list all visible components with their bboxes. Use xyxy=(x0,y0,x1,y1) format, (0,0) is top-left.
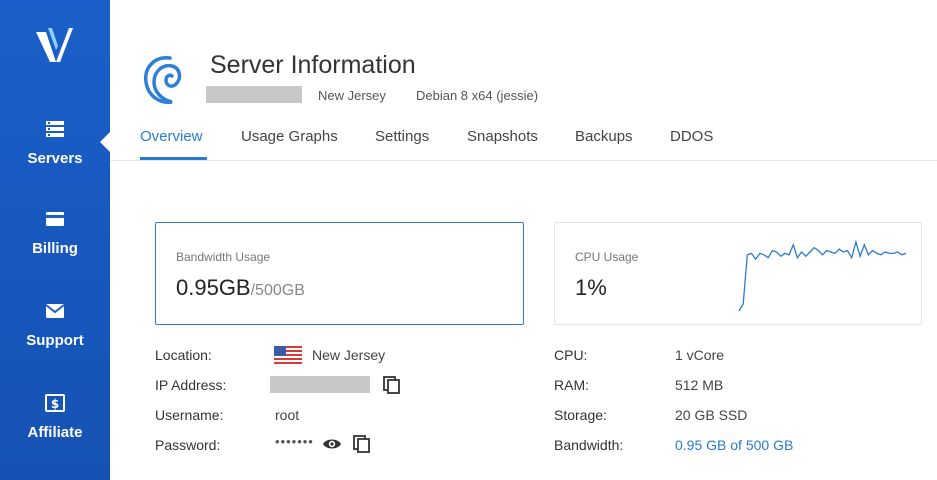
tab-settings[interactable]: Settings xyxy=(375,128,429,145)
envelope-icon xyxy=(45,304,65,318)
vultr-logo-icon[interactable] xyxy=(30,22,80,72)
sidebar-item-billing[interactable]: Billing xyxy=(0,208,110,288)
bandwidth-used: 0.95GB xyxy=(176,275,251,300)
active-nav-indicator xyxy=(100,132,110,152)
tab-snapshots[interactable]: Snapshots xyxy=(467,128,538,145)
bandwidth-usage-value: 0.95GB/500GB xyxy=(176,275,305,301)
ip-address-redacted xyxy=(270,376,370,393)
sidebar-item-support[interactable]: Support xyxy=(0,300,110,380)
sidebar-item-label: Billing xyxy=(32,240,78,257)
debian-logo-icon xyxy=(144,56,182,105)
tab-usage-graphs[interactable]: Usage Graphs xyxy=(241,128,338,145)
tab-overview[interactable]: Overview xyxy=(140,128,203,145)
storage-value: 20 GB SSD xyxy=(675,407,748,423)
bandwidth-limit: /500GB xyxy=(250,282,305,299)
password-key: Password: xyxy=(155,437,221,453)
tab-ddos[interactable]: DDOS xyxy=(670,128,713,145)
ram-key: RAM: xyxy=(554,377,589,393)
copy-icon[interactable] xyxy=(352,434,372,454)
sidebar-item-label: Affiliate xyxy=(27,424,83,441)
us-flag-icon xyxy=(274,346,302,364)
tabs-divider xyxy=(110,160,937,161)
server-location-subtitle: New Jersey xyxy=(318,88,386,103)
bandwidth-link[interactable]: 0.95 GB of 500 GB xyxy=(675,437,793,453)
cpu-value: 1 vCore xyxy=(675,347,725,363)
ram-value: 512 MB xyxy=(675,377,724,393)
sidebar-item-servers[interactable]: Servers xyxy=(0,118,110,198)
sidebar-item-affiliate[interactable]: $ Affiliate xyxy=(0,392,110,472)
cpu-key: CPU: xyxy=(554,347,588,363)
username-key: Username: xyxy=(155,407,224,423)
svg-text:$: $ xyxy=(51,397,59,411)
bandwidth-usage-label: Bandwidth Usage xyxy=(176,250,271,264)
server-os-subtitle: Debian 8 x64 (jessie) xyxy=(416,88,539,103)
cpu-usage-card[interactable]: CPU Usage 1% xyxy=(554,222,922,325)
credit-card-icon xyxy=(46,212,64,226)
bandwidth-usage-card[interactable]: Bandwidth Usage 0.95GB/500GB xyxy=(155,222,524,325)
copy-icon[interactable] xyxy=(382,375,402,395)
hostname-redacted xyxy=(206,86,302,103)
servers-icon xyxy=(46,121,64,137)
dollar-icon: $ xyxy=(45,394,65,412)
sidebar-item-label: Support xyxy=(26,332,84,349)
password-value: ••••••• xyxy=(275,434,314,449)
page-title: Server Information xyxy=(210,51,416,79)
cpu-sparkline-line xyxy=(738,239,907,312)
username-value: root xyxy=(275,407,300,423)
sidebar: Servers Billing Support $ Affiliate xyxy=(0,0,110,480)
bandwidth-key: Bandwidth: xyxy=(554,437,624,453)
sidebar-item-label: Servers xyxy=(27,150,83,167)
location-key: Location: xyxy=(155,347,212,363)
cpu-sparkline-chart xyxy=(738,239,907,312)
eye-icon[interactable] xyxy=(322,434,342,454)
ip-address-key: IP Address: xyxy=(155,377,227,393)
cpu-usage-label: CPU Usage xyxy=(575,250,639,264)
storage-key: Storage: xyxy=(554,407,607,423)
cpu-usage-value: 1% xyxy=(575,275,607,300)
location-value: New Jersey xyxy=(312,347,386,363)
tab-backups[interactable]: Backups xyxy=(575,128,633,145)
